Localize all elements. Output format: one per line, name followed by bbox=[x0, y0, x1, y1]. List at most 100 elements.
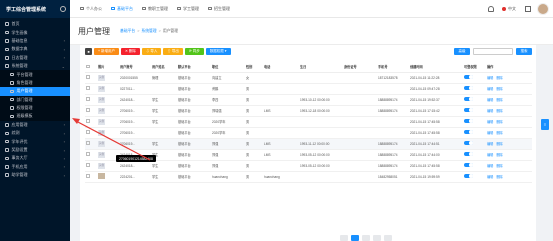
toolbar-button[interactable]: ⇩ 导入 bbox=[141, 48, 162, 55]
table-row[interactable]: 头像 2706019... 学生 基础平台 郑强男 LMS 1993-11-12 00:00… bbox=[85, 138, 532, 150]
language-switch[interactable]: 中文 bbox=[502, 6, 516, 12]
login-toggle[interactable] bbox=[464, 173, 473, 179]
table-row[interactable]: 头像 2706019... 学生 基础平台 2020学年男 2021-04-15 17:4… bbox=[85, 116, 532, 128]
sidebar-item[interactable]: 角色管理 bbox=[0, 79, 70, 87]
row-checkbox[interactable] bbox=[86, 86, 90, 90]
sidebar-item-label: 手机应用 bbox=[11, 163, 28, 169]
sidebar-item[interactable]: 综测 › bbox=[0, 129, 70, 137]
cell-sex: 男 bbox=[245, 149, 263, 161]
sidebar-item[interactable]: 基础信息 › bbox=[0, 37, 70, 45]
edit-link[interactable]: 编辑 bbox=[487, 76, 493, 80]
toolbar-button[interactable]: ■ bbox=[85, 48, 92, 55]
table-row[interactable]: 头像 2020001555 管理 基础平台 向建立女 18712183578 2021-04… bbox=[85, 72, 532, 84]
delete-link[interactable]: 删除 bbox=[496, 131, 502, 135]
top-nav-item[interactable]: 个人办公 bbox=[80, 6, 102, 12]
sidebar-item[interactable]: 班级模板 bbox=[0, 112, 70, 120]
sidebar-item[interactable]: 学生画像 bbox=[0, 28, 70, 36]
delete-link[interactable]: 删除 bbox=[496, 153, 502, 157]
cell-platform: 基础平台 bbox=[177, 160, 211, 172]
page-button-current[interactable] bbox=[351, 235, 359, 241]
row-checkbox[interactable] bbox=[86, 119, 90, 123]
top-nav-item[interactable]: 基础平台 bbox=[111, 6, 133, 12]
row-checkbox[interactable] bbox=[86, 108, 90, 112]
toolbar-button[interactable]: + 新增用户 bbox=[94, 48, 120, 55]
row-checkbox[interactable] bbox=[86, 141, 90, 145]
row-checkbox[interactable] bbox=[86, 174, 90, 178]
top-nav-item[interactable]: 教职工管理 bbox=[142, 6, 168, 12]
float-menu-button[interactable]: ≡ bbox=[541, 119, 549, 130]
sidebar-item[interactable]: 数据字典 › bbox=[0, 45, 70, 53]
toolbar-button[interactable]: 数据权限 ▾ bbox=[205, 48, 231, 55]
top-nav-item[interactable]: 学工管理 bbox=[177, 6, 199, 12]
table-row[interactable]: 头像 2424018... 学生 基础平台 李四男 1993-10-12 00:00:00… bbox=[85, 94, 532, 106]
login-toggle[interactable] bbox=[464, 151, 473, 157]
login-toggle[interactable] bbox=[464, 162, 473, 168]
page-button[interactable] bbox=[373, 235, 381, 241]
sidebar-item[interactable]: 学年评优 › bbox=[0, 137, 70, 145]
delete-link[interactable]: 删除 bbox=[496, 76, 502, 80]
page-button[interactable] bbox=[340, 235, 348, 241]
login-toggle[interactable] bbox=[464, 107, 473, 113]
delete-link[interactable]: 删除 bbox=[496, 142, 502, 146]
edit-link[interactable]: 编辑 bbox=[487, 109, 493, 113]
sidebar-item[interactable]: 日志管理 › bbox=[0, 54, 70, 62]
sidebar-item[interactable]: 部门管理 bbox=[0, 96, 70, 104]
sidebar-item[interactable]: 助学管理 › bbox=[0, 171, 70, 179]
login-toggle[interactable] bbox=[464, 96, 473, 102]
advanced-search-button[interactable]: 高级 bbox=[454, 48, 470, 55]
row-checkbox[interactable] bbox=[86, 152, 90, 156]
sidebar-item[interactable]: 系统管理 ⌄ bbox=[0, 62, 70, 70]
page-button[interactable] bbox=[362, 235, 370, 241]
table-row[interactable]: 2224201... 学生 基础平台 huanchang 男 huanchang 18482… bbox=[85, 171, 532, 183]
toolbar-button[interactable]: ✕ 删除 bbox=[121, 48, 140, 55]
login-toggle[interactable] bbox=[464, 74, 473, 80]
delete-link[interactable]: 删除 bbox=[496, 87, 502, 91]
delete-link[interactable]: 删除 bbox=[496, 109, 502, 113]
breadcrumb-item[interactable]: 基础平台 bbox=[120, 29, 135, 33]
search-input[interactable] bbox=[473, 48, 513, 55]
toolbar-button[interactable]: ⟳ 同步 bbox=[184, 48, 204, 55]
table-row[interactable]: 头像 0227011... 基础平台 黄鹏男 2021-04-15 09:47:28 编辑… bbox=[85, 83, 532, 95]
page-button[interactable] bbox=[384, 235, 392, 241]
top-nav-item[interactable]: 招生管理 bbox=[208, 6, 230, 12]
sidebar-item[interactable]: 平台管理 bbox=[0, 70, 70, 78]
table-row[interactable]: 头像 2706019... 基础平台 2020学年男 2021-04-15 17:45:… bbox=[85, 127, 532, 139]
delete-link[interactable]: 删除 bbox=[496, 98, 502, 102]
sidebar-item[interactable]: 手机应用 › bbox=[0, 163, 70, 171]
search-button[interactable]: 搜索 bbox=[516, 48, 532, 55]
edit-link[interactable]: 编辑 bbox=[487, 164, 493, 168]
bell-icon[interactable] bbox=[488, 5, 494, 12]
toolbar-button[interactable]: ⇧ 导出 bbox=[163, 48, 183, 55]
edit-link[interactable]: 编辑 bbox=[487, 153, 493, 157]
collapse-icon[interactable] bbox=[60, 6, 66, 12]
row-checkbox[interactable] bbox=[86, 97, 90, 101]
edit-link[interactable]: 编辑 bbox=[487, 175, 493, 179]
sidebar-item[interactable]: 奖励设置 › bbox=[0, 146, 70, 154]
row-checkbox[interactable] bbox=[86, 130, 90, 134]
edit-link[interactable]: 编辑 bbox=[487, 131, 493, 135]
login-toggle[interactable] bbox=[464, 118, 473, 124]
sidebar-item[interactable]: 权限管理 bbox=[0, 104, 70, 112]
delete-link[interactable]: 删除 bbox=[496, 164, 502, 168]
edit-link[interactable]: 编辑 bbox=[487, 120, 493, 124]
login-toggle[interactable] bbox=[464, 129, 473, 135]
login-toggle[interactable] bbox=[464, 140, 473, 146]
cell-birthday: 1993-11-12 00:00:00 bbox=[299, 138, 343, 150]
breadcrumb-item[interactable]: 系统管理 bbox=[141, 29, 156, 33]
sidebar-item[interactable]: 首页 bbox=[0, 20, 70, 28]
sidebar-item[interactable]: 应用管理 › bbox=[0, 121, 70, 129]
edit-link[interactable]: 编辑 bbox=[487, 142, 493, 146]
edit-link[interactable]: 编辑 bbox=[487, 87, 493, 91]
avatar[interactable] bbox=[537, 2, 549, 15]
table-row[interactable]: 头像 2706019... 学生 基础平台 郑瑞强男 LMS 1993-12-18 00:0… bbox=[85, 105, 532, 117]
fullscreen-icon[interactable] bbox=[525, 5, 531, 12]
delete-link[interactable]: 删除 bbox=[496, 175, 502, 179]
login-toggle[interactable] bbox=[464, 85, 473, 91]
row-checkbox[interactable] bbox=[86, 75, 90, 79]
edit-link[interactable]: 编辑 bbox=[487, 98, 493, 102]
sidebar-item[interactable]: 事务大厅 › bbox=[0, 154, 70, 162]
delete-link[interactable]: 删除 bbox=[496, 120, 502, 124]
select-all-checkbox[interactable] bbox=[86, 64, 90, 68]
row-checkbox[interactable] bbox=[86, 163, 90, 167]
sidebar-item[interactable]: 用户管理 bbox=[0, 87, 70, 96]
